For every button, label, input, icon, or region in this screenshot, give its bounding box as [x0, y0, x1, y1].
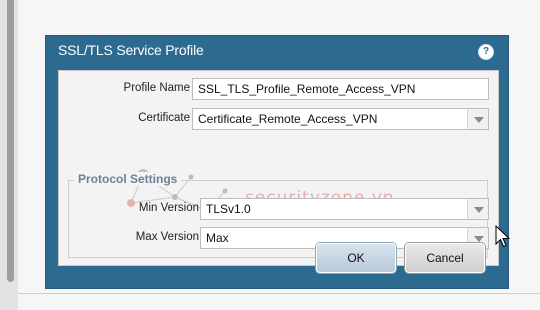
dialog-title: SSL/TLS Service Profile	[58, 42, 204, 58]
protocol-settings-legend: Protocol Settings	[74, 172, 182, 186]
chevron-down-icon	[474, 117, 484, 123]
chevron-down-icon	[474, 236, 484, 242]
mouse-pointer-icon	[495, 225, 511, 248]
min-version-dropdown-button[interactable]	[467, 198, 489, 220]
certificate-dropdown-button[interactable]	[467, 108, 489, 130]
profile-name-input[interactable]: SSL_TLS_Profile_Remote_Access_VPN	[192, 78, 489, 100]
dialog-titlebar[interactable]: SSL/TLS Service Profile ?	[46, 36, 508, 66]
chevron-down-icon	[474, 207, 484, 213]
cancel-button[interactable]: Cancel	[405, 243, 485, 273]
help-icon[interactable]: ?	[478, 44, 494, 60]
background-scrollbar-thumb[interactable]	[7, 0, 14, 282]
ok-button[interactable]: OK	[316, 243, 396, 273]
certificate-label: Certificate	[138, 112, 190, 124]
dialog-body: Profile Name SSL_TLS_Profile_Remote_Acce…	[58, 70, 499, 266]
profile-name-label: Profile Name	[123, 82, 190, 94]
max-version-label: Max Version	[135, 231, 199, 243]
background-divider	[18, 293, 540, 294]
min-version-label: Min Version	[138, 202, 199, 214]
ssl-tls-service-profile-dialog: SSL/TLS Service Profile ? Profile Name S…	[46, 36, 508, 288]
min-version-select[interactable]: TLSv1.0	[200, 198, 468, 220]
certificate-select[interactable]: Certificate_Remote_Access_VPN	[192, 108, 468, 130]
